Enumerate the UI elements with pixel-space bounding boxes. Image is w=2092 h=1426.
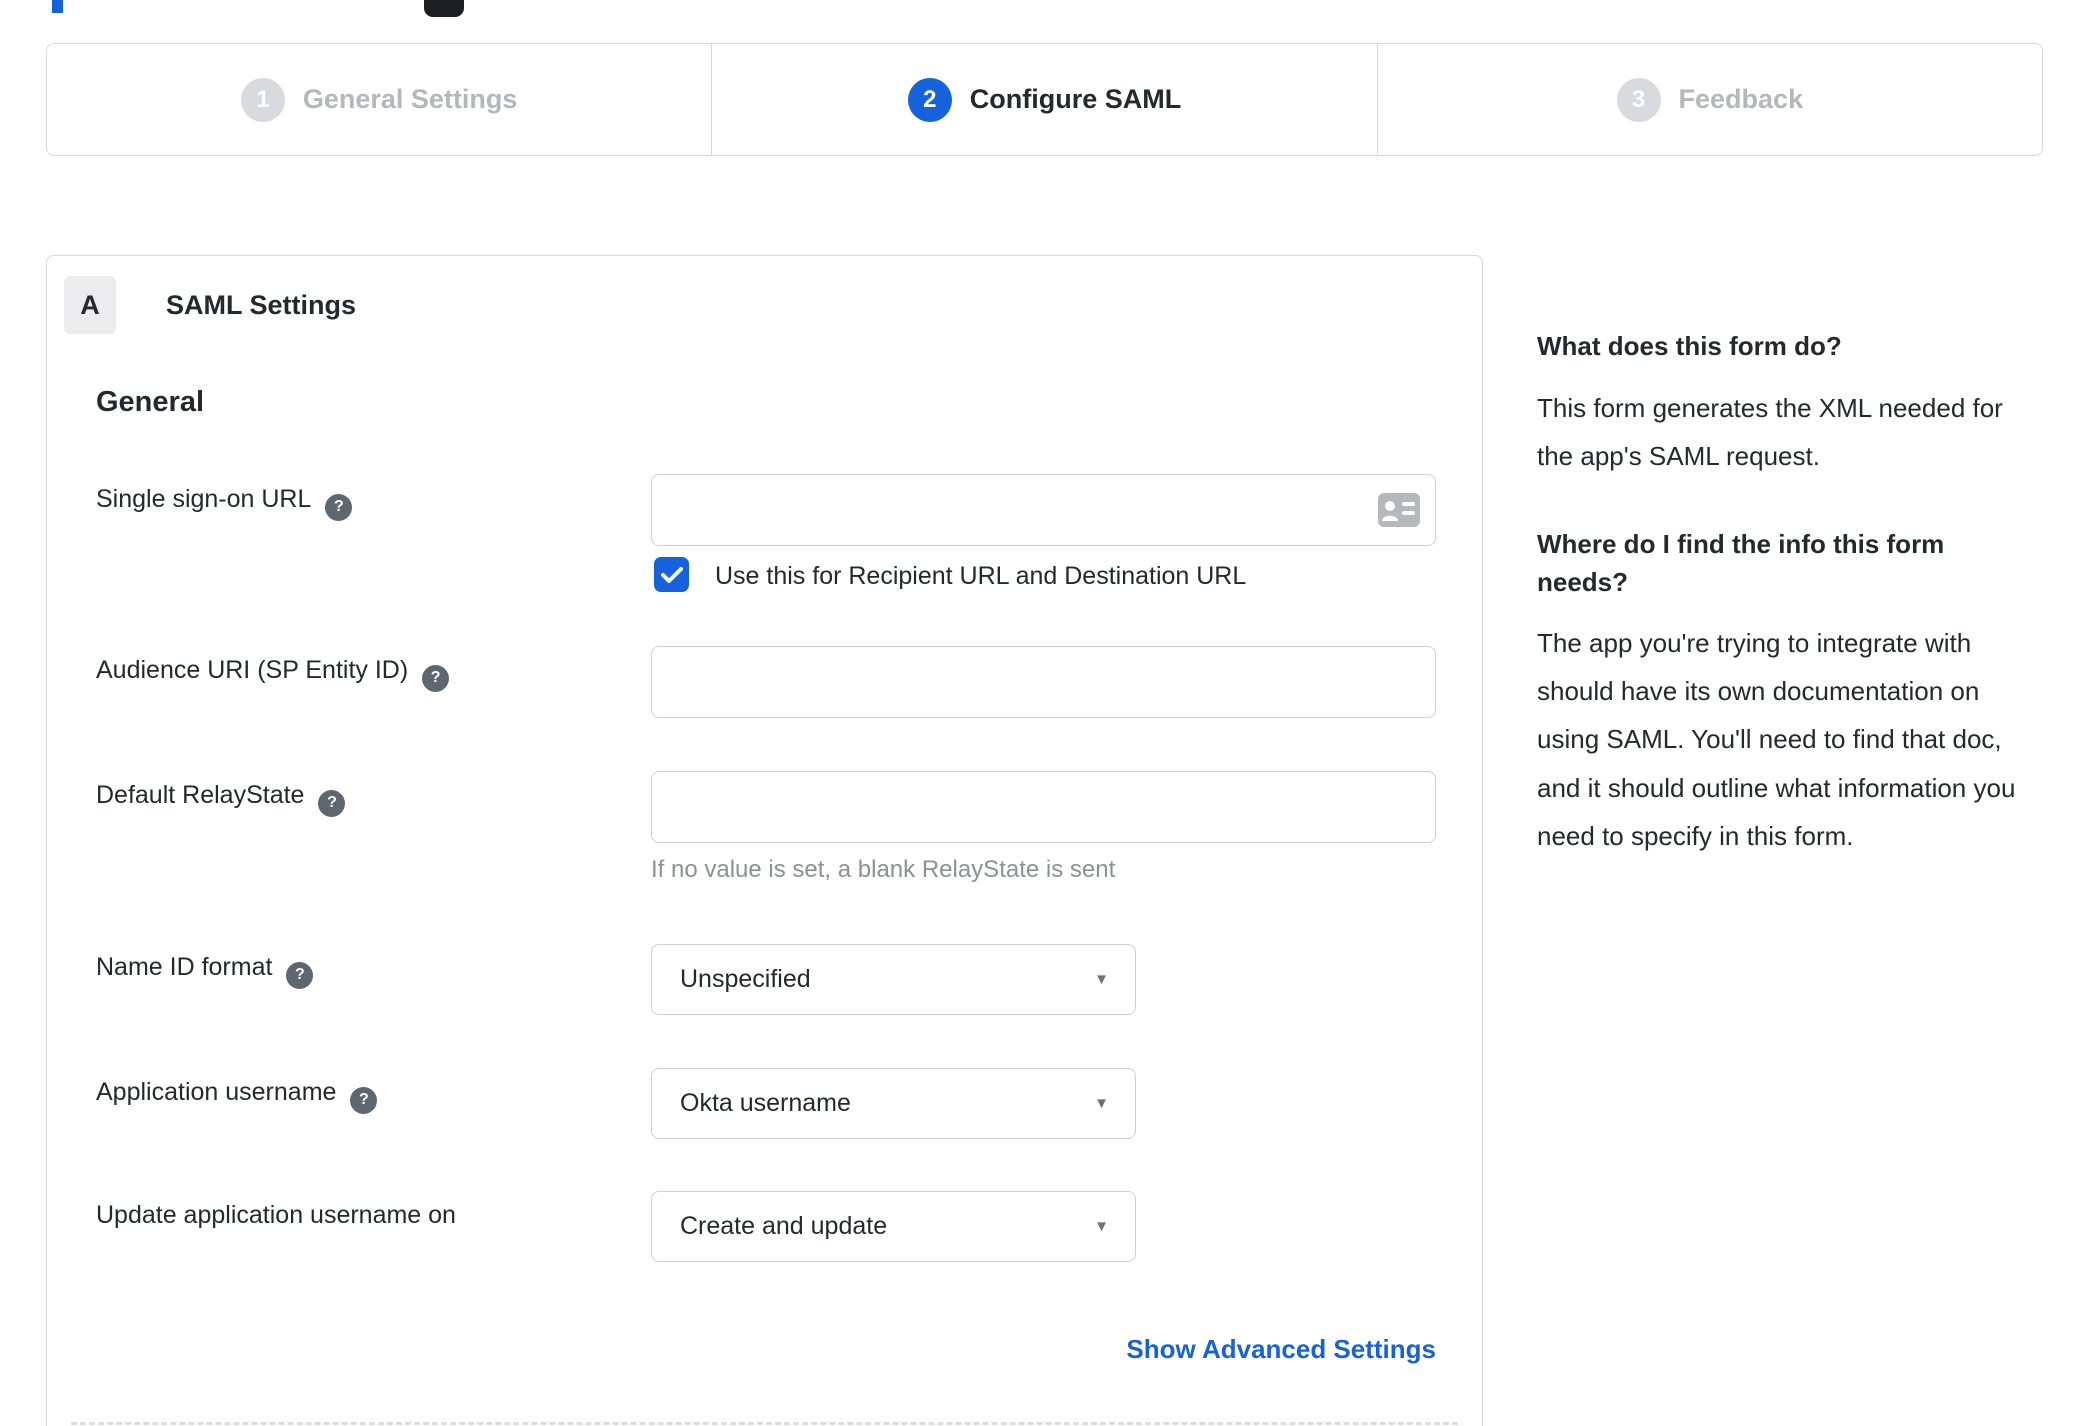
step-number-badge: 3 <box>1616 77 1661 122</box>
audience-uri-label: Audience URI (SP Entity ID)? <box>96 656 450 692</box>
field-label-text: Default RelayState <box>96 781 305 809</box>
help-icon[interactable]: ? <box>286 961 314 989</box>
field-label-text: Application username <box>96 1078 337 1106</box>
step-feedback[interactable]: 3 Feedback <box>1376 44 2042 155</box>
saml-settings-panel: A SAML Settings General Single sign-on U… <box>46 255 1483 1426</box>
chevron-down-icon: ▼ <box>1094 1095 1109 1112</box>
select-value: Okta username <box>680 1089 851 1117</box>
step-label: General Settings <box>302 84 518 114</box>
name-id-format-label: Name ID format? <box>96 953 314 989</box>
sso-url-label: Single sign-on URL? <box>96 485 353 521</box>
update-username-select[interactable]: Create and update ▼ <box>651 1191 1136 1262</box>
select-value: Unspecified <box>680 965 811 993</box>
step-label: Feedback <box>1678 84 1804 114</box>
wizard-stepper: 1 General Settings 2 Configure SAML 3 Fe… <box>46 43 2043 156</box>
section-a-badge: A <box>64 276 116 334</box>
recipient-url-checkbox-label: Use this for Recipient URL and Destinati… <box>715 562 1247 590</box>
step-number-badge: 2 <box>907 77 952 122</box>
audience-uri-input[interactable] <box>651 646 1436 718</box>
application-username-label: Application username? <box>96 1078 378 1114</box>
help-sidebar: What does this form do? This form genera… <box>1537 328 2037 860</box>
help-icon[interactable]: ? <box>318 789 346 817</box>
help-body-what: This form generates the XML needed for t… <box>1537 392 2003 471</box>
checkmark-icon <box>660 566 683 583</box>
recipient-url-checkbox[interactable] <box>654 557 689 592</box>
step-general-settings[interactable]: 1 General Settings <box>47 44 711 155</box>
field-label-text: Audience URI (SP Entity ID) <box>96 656 409 684</box>
relaystate-input[interactable] <box>651 771 1436 843</box>
relaystate-hint: If no value is set, a blank RelayState i… <box>651 856 1116 883</box>
help-heading-what: What does this form do? <box>1537 331 1842 361</box>
step-label: Configure SAML <box>969 84 1182 114</box>
application-username-select[interactable]: Okta username ▼ <box>651 1068 1136 1139</box>
configure-saml-page: 1 General Settings 2 Configure SAML 3 Fe… <box>0 0 2092 1426</box>
update-username-label: Update application username on <box>96 1201 456 1230</box>
help-heading-where: Where do I find the info this form needs… <box>1537 528 1945 597</box>
page-title-cropped-glyph <box>424 0 464 17</box>
show-advanced-settings-link[interactable]: Show Advanced Settings <box>651 1334 1436 1365</box>
page-title-cropped-accent <box>52 0 63 13</box>
section-dashed-divider <box>71 1422 1458 1425</box>
help-body-where: The app you're trying to integrate with … <box>1537 628 2016 851</box>
name-id-format-select[interactable]: Unspecified ▼ <box>651 944 1136 1015</box>
select-value: Create and update <box>680 1212 888 1240</box>
help-icon[interactable]: ? <box>325 493 353 521</box>
general-group-title: General <box>96 386 204 418</box>
section-title: SAML Settings <box>166 290 357 320</box>
field-label-text: Name ID format <box>96 953 273 981</box>
field-label-text: Update application username on <box>96 1201 456 1229</box>
chevron-down-icon: ▼ <box>1094 971 1109 988</box>
sso-url-input[interactable] <box>651 474 1436 546</box>
step-number-badge: 1 <box>240 77 285 122</box>
help-icon[interactable]: ? <box>422 664 450 692</box>
step-configure-saml[interactable]: 2 Configure SAML <box>711 44 1376 155</box>
relaystate-label: Default RelayState? <box>96 781 346 817</box>
help-icon[interactable]: ? <box>350 1086 378 1114</box>
chevron-down-icon: ▼ <box>1094 1218 1109 1235</box>
field-label-text: Single sign-on URL <box>96 485 312 513</box>
